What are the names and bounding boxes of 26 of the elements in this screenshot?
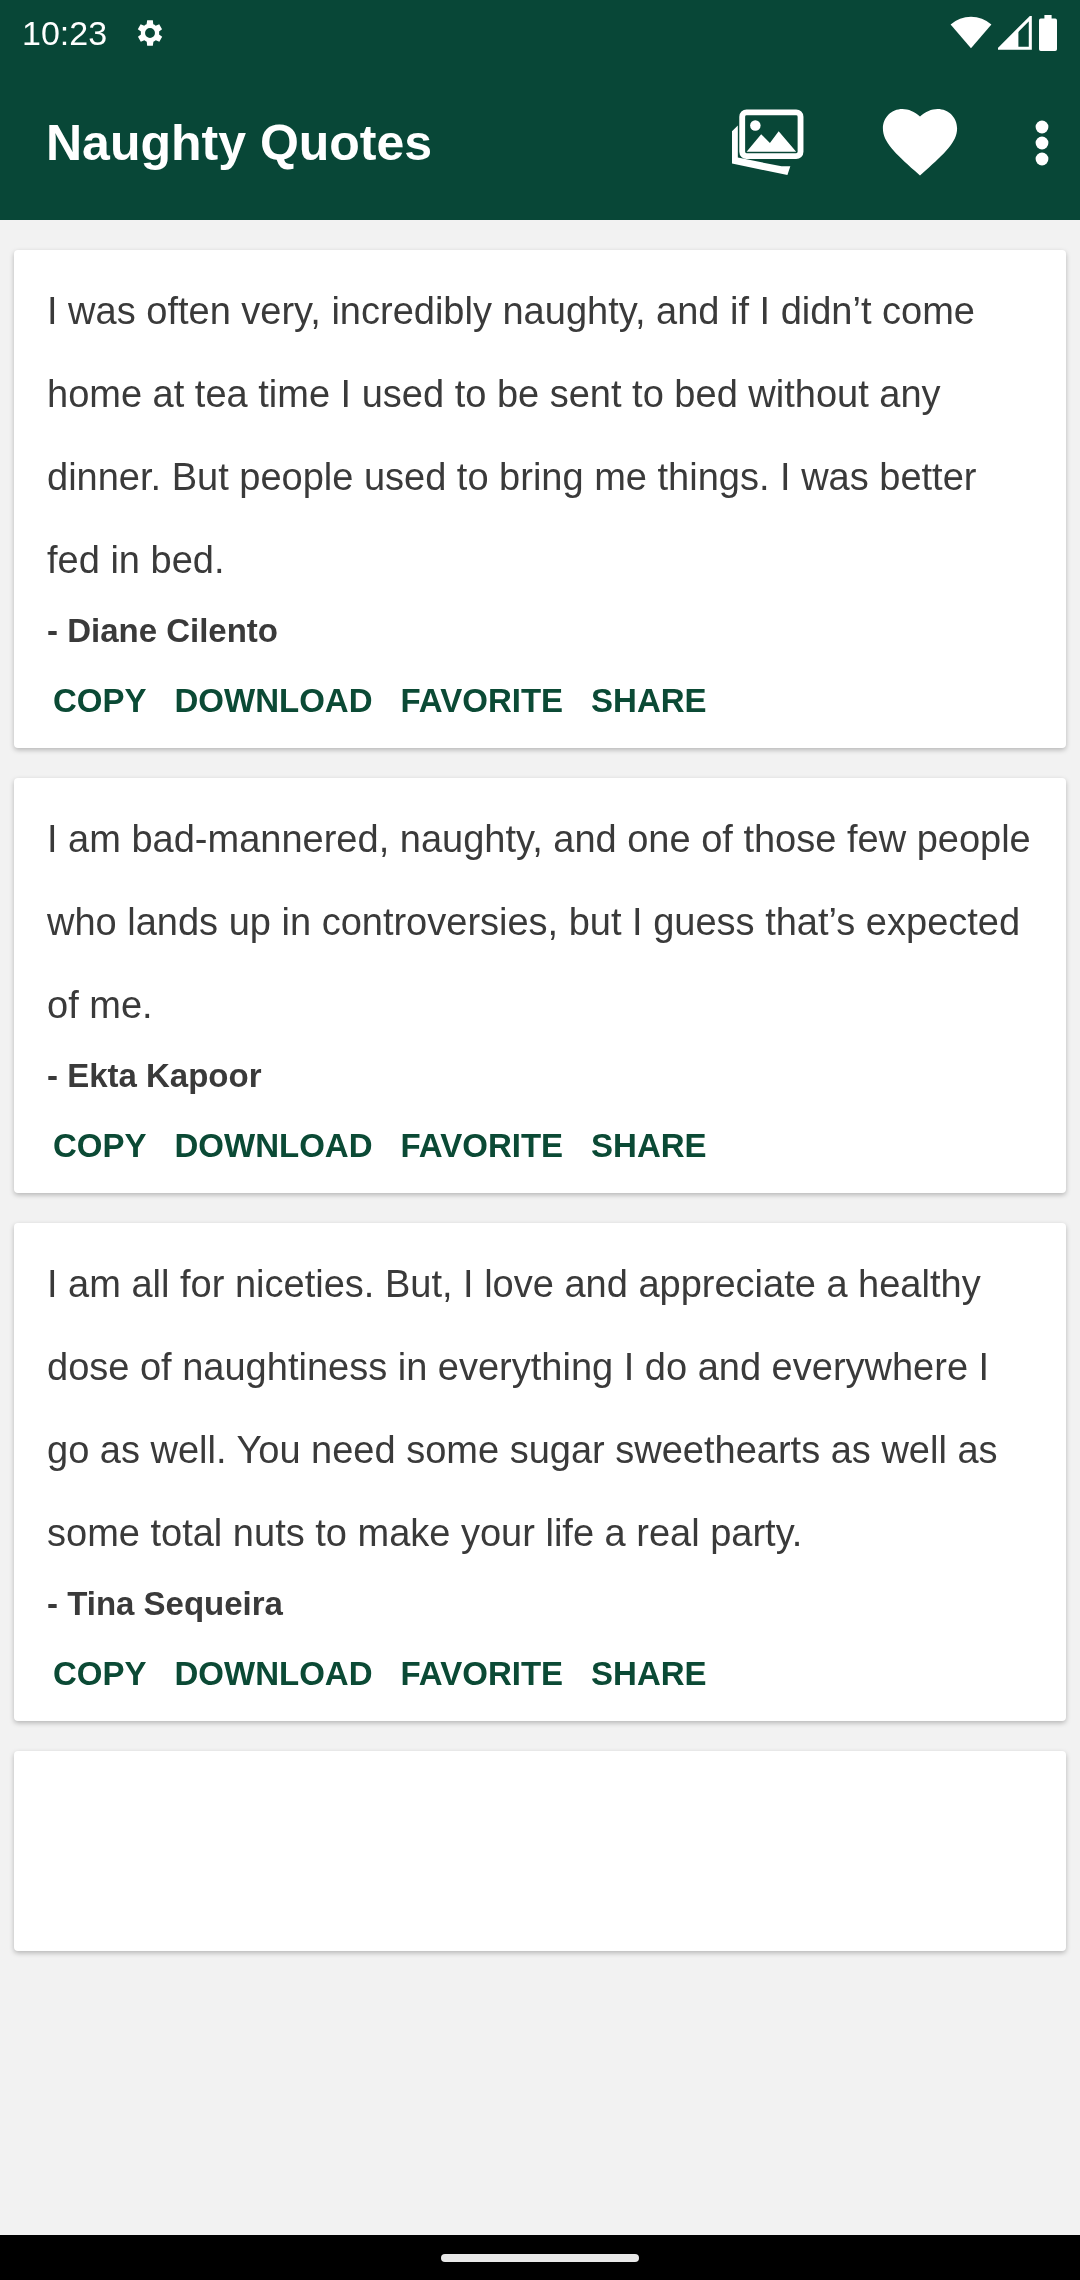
copy-button[interactable]: COPY: [53, 1649, 147, 1699]
copy-button[interactable]: COPY: [53, 1121, 147, 1171]
download-button[interactable]: DOWNLOAD: [174, 1121, 373, 1171]
quote-author: - Diane Cilento: [47, 612, 280, 650]
heart-icon[interactable]: [882, 109, 958, 177]
favorite-button[interactable]: FAVORITE: [400, 676, 564, 726]
download-button[interactable]: DOWNLOAD: [174, 676, 373, 726]
app-title: Naughty Quotes: [46, 114, 434, 172]
signal-icon: [998, 16, 1032, 50]
quote-text: I am bad-mannered, naughty, and one of those few people who lands up in controversies, but I guess that’s expected of me.: [47, 817, 1032, 1028]
quote-author: - Tina Sequeira: [47, 1585, 284, 1623]
favorite-button[interactable]: FAVORITE: [400, 1649, 564, 1699]
download-button[interactable]: DOWNLOAD: [174, 1649, 373, 1699]
quote-text: I was often very, incredibly naughty, and if I didn’t come home at tea time I used to be sent to bed without any dinner. But people used to bring me things. I was better fed in bed.: [47, 289, 978, 583]
home-handle[interactable]: [441, 2253, 639, 2262]
share-button[interactable]: SHARE: [591, 1121, 707, 1171]
quote-text: I am all for niceties. But, I love and appreciate a healthy dose of naughtiness in everything I do and everywhere I go as well. You need some sugar sweethearts as well as some total nuts to make your life a real party.: [47, 1262, 999, 1556]
copy-button[interactable]: COPY: [53, 676, 147, 726]
quote-author: - Ekta Kapoor: [47, 1057, 263, 1095]
battery-icon: [1038, 15, 1058, 51]
more-options-icon[interactable]: [1034, 119, 1050, 167]
share-button[interactable]: SHARE: [591, 676, 707, 726]
favorite-button[interactable]: FAVORITE: [400, 1121, 564, 1171]
status-time: 10:23: [22, 13, 108, 53]
share-button[interactable]: SHARE: [591, 1649, 707, 1699]
wifi-icon: [950, 16, 992, 50]
